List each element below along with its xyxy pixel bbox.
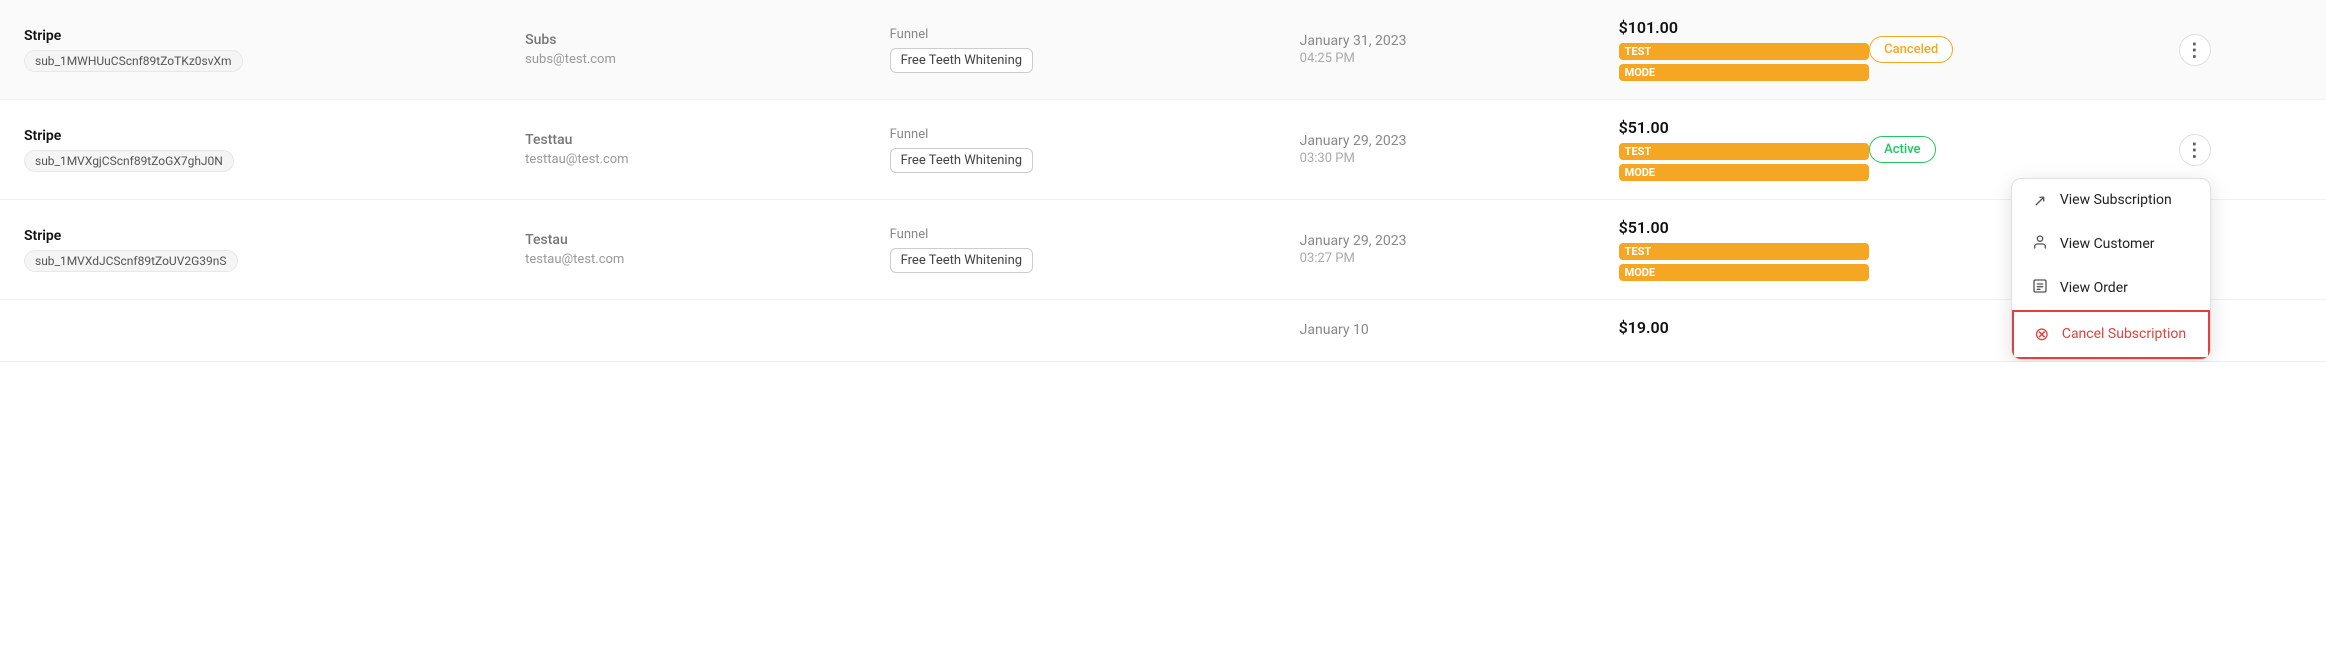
provider-col: Stripe sub_1MVXdJCScnf89tZoUV2G39nS [24,228,525,272]
customer-name: Testau [525,232,889,248]
table-row: Stripe sub_1MWHUuCScnf89tZoTKz0svXm Subs… [0,0,2326,100]
view-customer-item[interactable]: View Customer [2012,222,2210,266]
customer-name: Subs [525,32,889,48]
dots-icon: ⋮ [2185,141,2204,159]
funnel-label: Funnel [890,227,1300,242]
customer-col: Subs subs@test.com [525,32,889,67]
test-mode-badges: TEST MODE [1619,143,1870,181]
actions-col: ⋮ [2097,34,2211,66]
amount-col: $19.00 [1619,318,1870,343]
funnel-label: Funnel [890,27,1300,42]
cancel-icon: ⊗ [2032,324,2052,345]
date-value: January 29, 2023 [1300,133,1619,149]
amount-value: $101.00 [1619,18,1870,37]
subscription-id: sub_1MVXdJCScnf89tZoUV2G39nS [24,250,238,272]
funnel-col: Funnel Free Teeth Whitening [890,27,1300,73]
view-subscription-label: View Subscription [2060,192,2172,208]
customer-email: testau@test.com [525,252,889,267]
customer-email: subs@test.com [525,52,889,67]
date-value: January 10 [1300,322,1619,338]
status-col: Active [1869,136,2097,163]
table-row: Stripe sub_1MVXgjCScnf89tZoGX7ghJ0N Test… [0,100,2326,200]
mode-badge: MODE [1619,164,1870,181]
provider-col: Stripe sub_1MWHUuCScnf89tZoTKz0svXm [24,28,525,72]
subscriptions-table: Stripe sub_1MWHUuCScnf89tZoTKz0svXm Subs… [0,0,2326,362]
funnel-col: Funnel Free Teeth Whitening [890,227,1300,273]
provider-name: Stripe [24,228,525,244]
actions-col: ⋮ ↗ View Subscription View Customer [2097,134,2211,166]
person-icon [2030,234,2050,254]
view-order-item[interactable]: View Order [2012,266,2210,310]
funnel-badge: Free Teeth Whitening [890,148,1033,173]
time-value: 03:27 PM [1300,251,1619,266]
status-badge: Active [1869,136,1935,163]
amount-col: $51.00 TEST MODE [1619,218,1870,281]
status-badge: Canceled [1869,36,1953,63]
funnel-badge: Free Teeth Whitening [890,248,1033,273]
subscription-id: sub_1MVXgjCScnf89tZoGX7ghJ0N [24,150,234,172]
provider-col: Stripe sub_1MVXgjCScnf89tZoGX7ghJ0N [24,128,525,172]
dots-icon: ⋮ [2185,41,2204,59]
table-row: Stripe sub_1MVXdJCScnf89tZoUV2G39nS Test… [0,200,2326,300]
more-options-button[interactable]: ⋮ [2179,134,2211,166]
date-col: January 29, 2023 03:27 PM [1300,233,1619,266]
test-mode-badges: TEST MODE [1619,243,1870,281]
test-badge: TEST [1619,243,1870,260]
test-badge: TEST [1619,143,1870,160]
amount-value: $19.00 [1619,318,1870,337]
customer-col: Testau testau@test.com [525,232,889,267]
mode-badge: MODE [1619,264,1870,281]
view-customer-label: View Customer [2060,236,2155,252]
time-value: 04:25 PM [1300,51,1619,66]
cancel-subscription-item[interactable]: ⊗ Cancel Subscription [2012,310,2210,359]
provider-name: Stripe [24,128,525,144]
test-badge: TEST [1619,43,1870,60]
time-value: 03:30 PM [1300,151,1619,166]
view-subscription-item[interactable]: ↗ View Subscription [2012,179,2210,222]
date-value: January 31, 2023 [1300,33,1619,49]
amount-value: $51.00 [1619,218,1870,237]
test-mode-badges: TEST MODE [1619,43,1870,81]
context-dropdown-menu: ↗ View Subscription View Customer [2011,178,2211,360]
provider-name: Stripe [24,28,525,44]
date-col: January 31, 2023 04:25 PM [1300,33,1619,66]
amount-col: $51.00 TEST MODE [1619,118,1870,181]
order-icon [2030,278,2050,298]
subscription-id: sub_1MWHUuCScnf89tZoTKz0svXm [24,50,243,72]
date-col: January 29, 2023 03:30 PM [1300,133,1619,166]
date-value: January 29, 2023 [1300,233,1619,249]
status-col: Canceled [1869,36,2097,63]
funnel-col: Funnel Free Teeth Whitening [890,127,1300,173]
date-col: January 10 [1300,322,1619,340]
customer-email: testtau@test.com [525,152,889,167]
more-options-button[interactable]: ⋮ [2179,34,2211,66]
amount-col: $101.00 TEST MODE [1619,18,1870,81]
customer-name: Testtau [525,132,889,148]
cancel-subscription-label: Cancel Subscription [2062,326,2186,342]
table-row: January 10 $19.00 [0,300,2326,362]
view-order-label: View Order [2060,280,2128,296]
funnel-label: Funnel [890,127,1300,142]
amount-value: $51.00 [1619,118,1870,137]
external-link-icon: ↗ [2030,191,2050,210]
funnel-badge: Free Teeth Whitening [890,48,1033,73]
customer-col: Testtau testtau@test.com [525,132,889,167]
mode-badge: MODE [1619,64,1870,81]
